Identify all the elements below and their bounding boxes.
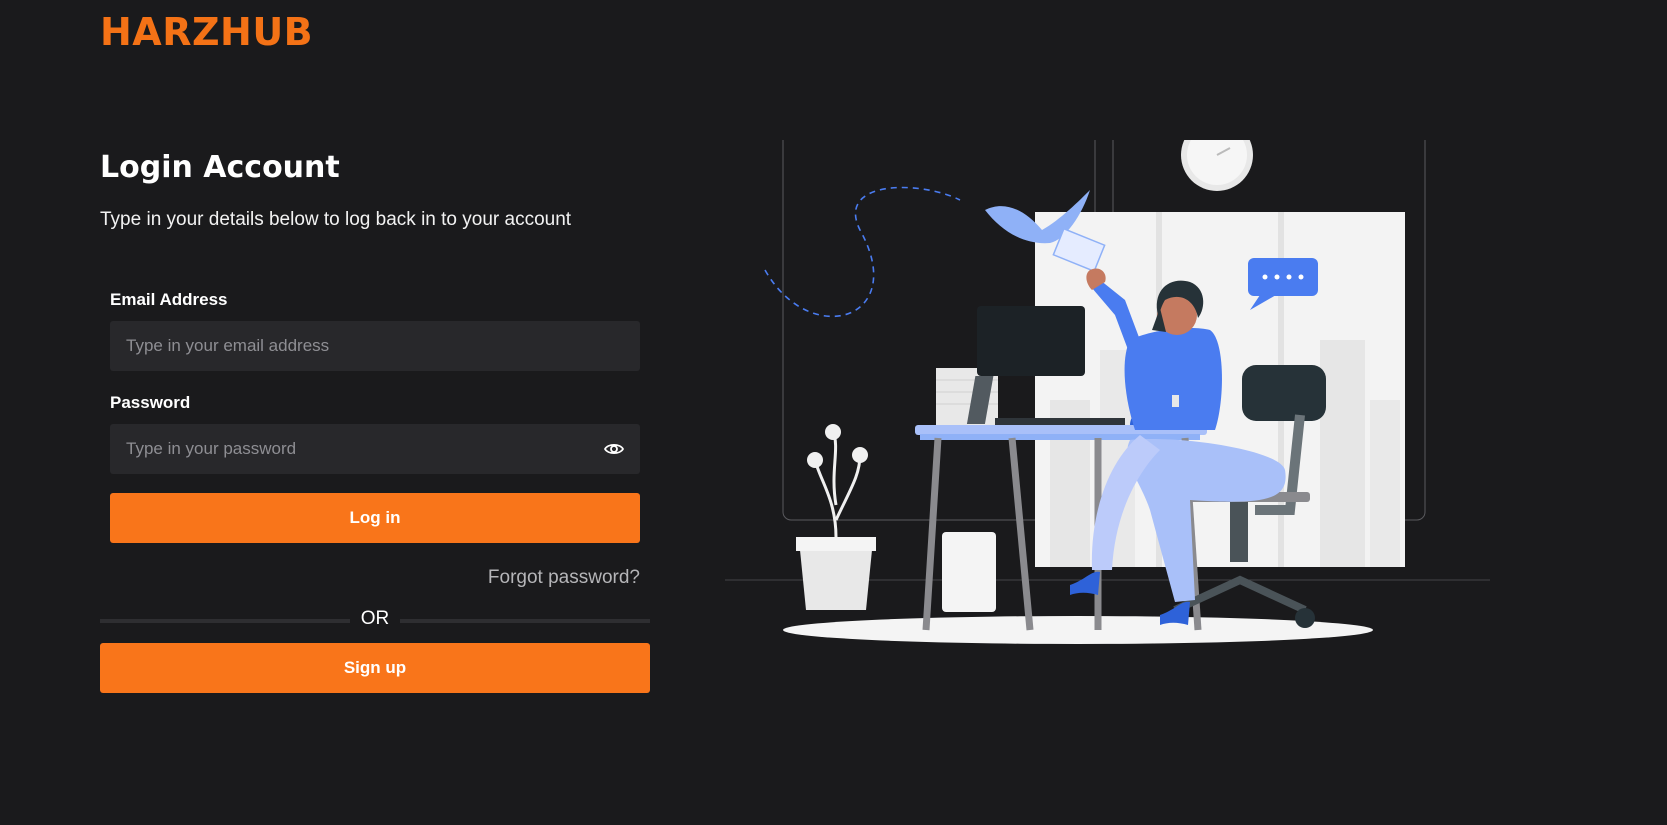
divider-line-right xyxy=(400,619,650,623)
password-label: Password xyxy=(110,393,191,412)
eye-icon[interactable] xyxy=(603,440,625,458)
page-subtitle: Type in your details below to log back i… xyxy=(100,209,572,230)
or-text: OR xyxy=(360,608,390,629)
divider-line-left xyxy=(100,619,350,623)
email-label: Email Address xyxy=(110,290,228,309)
or-divider: OR xyxy=(100,608,650,632)
forgot-password-link[interactable]: Forgot password? xyxy=(488,567,640,589)
login-form: Login Account Type in your details below… xyxy=(100,150,650,693)
office-illustration xyxy=(720,119,1500,685)
page-title: Login Account xyxy=(100,150,340,185)
brand-logo: HARZHUB xyxy=(100,10,314,54)
signup-button[interactable]: Sign up xyxy=(100,643,650,693)
email-field-wrapper xyxy=(110,321,640,371)
password-field[interactable] xyxy=(110,424,640,474)
login-button[interactable]: Log in xyxy=(110,493,640,543)
password-field-wrapper xyxy=(110,424,640,474)
email-field[interactable] xyxy=(110,321,640,371)
